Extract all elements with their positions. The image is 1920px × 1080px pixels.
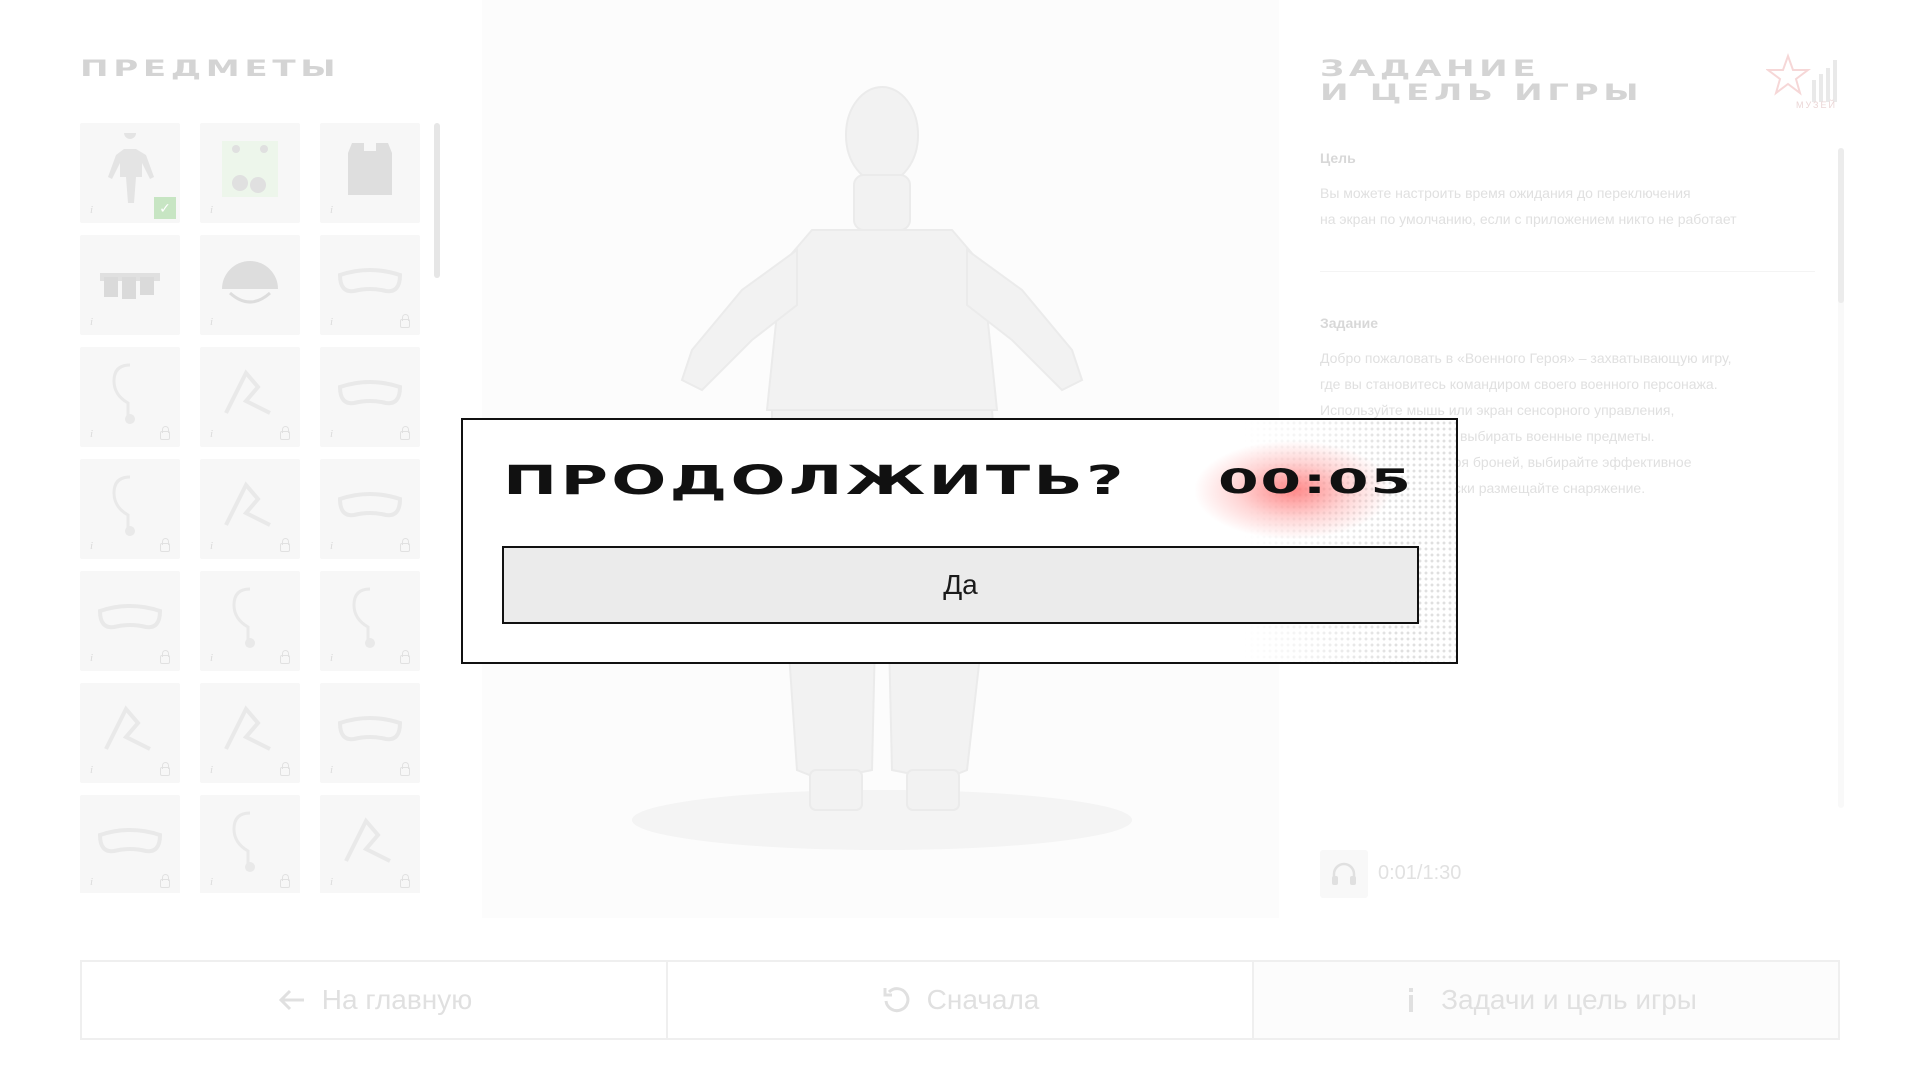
- yes-button[interactable]: Да: [502, 546, 1419, 624]
- continue-dialog: Продолжить? 00:05 Да: [461, 418, 1458, 664]
- dialog-title: Продолжить?: [503, 458, 1127, 504]
- countdown-timer: 00:05: [1218, 462, 1413, 502]
